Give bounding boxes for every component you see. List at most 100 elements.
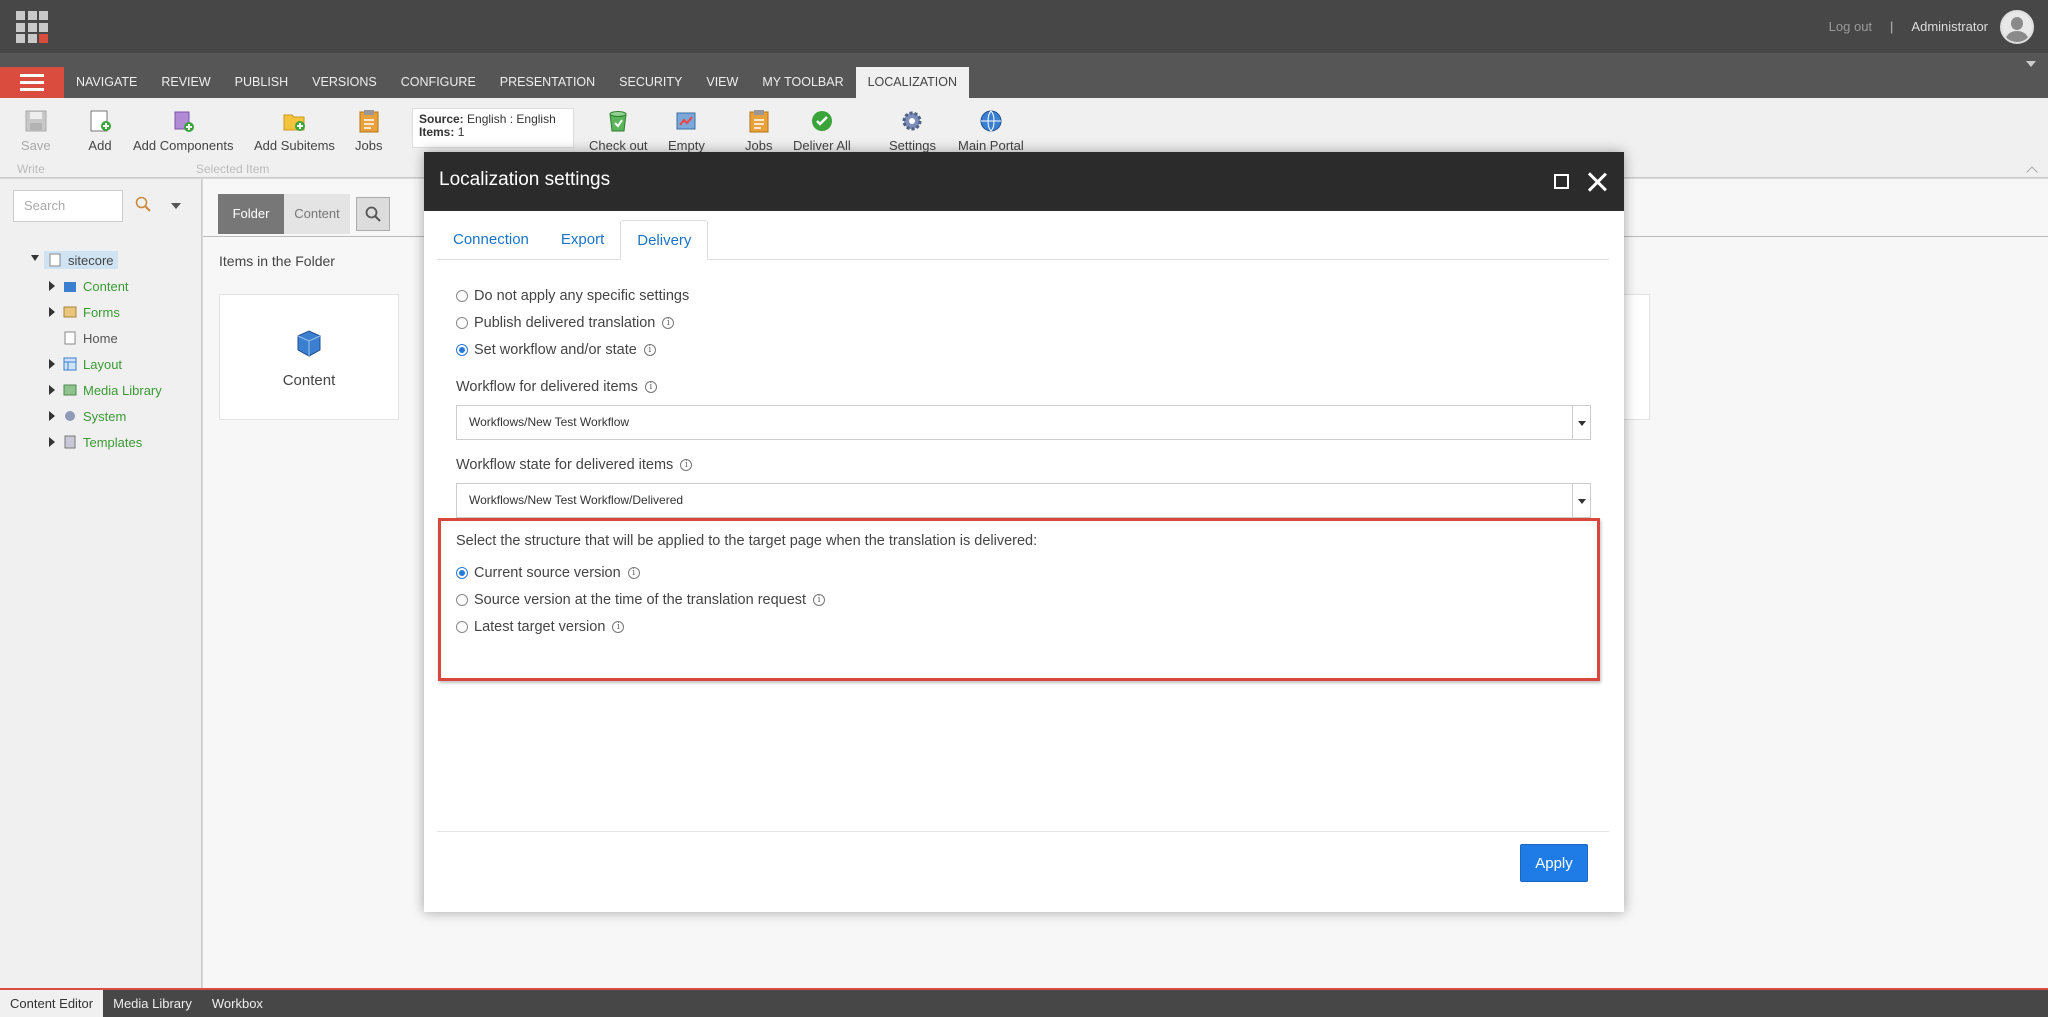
tab-folder[interactable]: Folder <box>218 194 284 234</box>
info-icon[interactable]: i <box>627 567 640 579</box>
tab-content-editor[interactable]: Content Editor <box>0 990 104 1017</box>
content-item-card[interactable]: Content <box>219 294 399 420</box>
logout-link[interactable]: Log out <box>1829 19 1872 34</box>
document-icon <box>63 331 77 345</box>
expand-sitecore-icon[interactable] <box>31 255 39 261</box>
info-icon[interactable]: i <box>643 344 656 356</box>
info-icon[interactable]: i <box>662 317 675 329</box>
radio-button[interactable] <box>456 594 468 606</box>
tab-localization[interactable]: LOCALIZATION <box>855 67 969 98</box>
info-icon[interactable]: i <box>612 621 625 633</box>
tree-node-layout[interactable]: Layout <box>49 355 122 373</box>
option-current-source-version[interactable]: Current source version i <box>456 564 640 582</box>
tree-node-media-library[interactable]: Media Library <box>49 381 162 399</box>
tab-presentation[interactable]: PRESENTATION <box>488 67 607 98</box>
tree-node-content[interactable]: Content <box>49 277 129 295</box>
chevron-down-icon[interactable] <box>1572 406 1590 439</box>
add-components-label: Add Components <box>133 138 234 153</box>
expand-icon[interactable] <box>49 281 55 291</box>
components-icon <box>170 108 196 134</box>
gear-icon <box>899 108 925 134</box>
info-icon[interactable]: i <box>813 594 826 606</box>
info-icon[interactable]: i <box>680 459 693 471</box>
tab-publish[interactable]: PUBLISH <box>223 67 301 98</box>
search-icon[interactable] <box>135 196 151 217</box>
radio-button-selected[interactable] <box>456 344 468 356</box>
hamburger-menu-icon[interactable] <box>0 67 64 98</box>
cube-icon <box>297 329 321 357</box>
tab-export[interactable]: Export <box>545 220 620 260</box>
option-set-workflow[interactable]: Set workflow and/or state i <box>456 341 656 359</box>
items-title: Items in the Folder <box>219 253 335 269</box>
tree-node-home[interactable]: Home <box>63 329 118 347</box>
radio-button[interactable] <box>456 621 468 633</box>
localization-settings-dialog: Localization settings Connection Export … <box>424 152 1624 912</box>
tab-security[interactable]: SECURITY <box>607 67 694 98</box>
check-out-button[interactable]: Check out <box>589 108 648 153</box>
collapse-ribbon-icon[interactable] <box>2026 166 2038 178</box>
empty-button[interactable]: Empty <box>668 108 705 153</box>
expand-icon[interactable] <box>49 307 55 317</box>
tab-review[interactable]: REVIEW <box>149 67 222 98</box>
tab-view[interactable]: VIEW <box>694 67 750 98</box>
save-button[interactable]: Save <box>21 108 51 153</box>
main-portal-button[interactable]: Main Portal <box>958 108 1024 153</box>
option-label: Do not apply any specific settings <box>474 288 690 304</box>
option-publish-delivered[interactable]: Publish delivered translation i <box>456 314 675 332</box>
jobs-localization-button[interactable]: Jobs <box>745 108 772 153</box>
tree-node-forms[interactable]: Forms <box>49 303 120 321</box>
tab-content[interactable]: Content <box>284 194 350 234</box>
jobs-button[interactable]: Jobs <box>355 108 382 153</box>
search-icon[interactable] <box>356 197 390 231</box>
app-launcher-icon[interactable] <box>16 11 48 43</box>
check-out-icon <box>605 108 631 134</box>
chevron-down-icon[interactable] <box>1572 484 1590 517</box>
tab-connection[interactable]: Connection <box>437 220 545 260</box>
empty-icon <box>673 108 699 134</box>
avatar[interactable] <box>2000 9 2034 44</box>
expand-icon[interactable] <box>49 437 55 447</box>
maximize-icon[interactable] <box>1554 174 1569 189</box>
search-options-dropdown-icon[interactable] <box>171 203 181 209</box>
expand-icon[interactable] <box>49 385 55 395</box>
tab-delivery[interactable]: Delivery <box>620 220 709 260</box>
items-key: Items: <box>419 125 455 139</box>
expand-icon[interactable] <box>49 411 55 421</box>
tree-node-label: Forms <box>83 304 120 320</box>
content-item-card-edge <box>1622 294 1650 420</box>
ribbon-dropdown-icon[interactable] <box>2026 61 2036 67</box>
tree-node-system[interactable]: System <box>49 407 126 425</box>
tab-workbox[interactable]: Workbox <box>202 990 273 1017</box>
workflow-select[interactable]: Workflows/New Test Workflow <box>456 405 1591 440</box>
radio-button[interactable] <box>456 317 468 329</box>
workflow-state-select[interactable]: Workflows/New Test Workflow/Delivered <box>456 483 1591 518</box>
tree-node-sitecore[interactable]: sitecore <box>44 251 118 269</box>
deliver-all-button[interactable]: Deliver All <box>793 108 851 153</box>
expand-icon[interactable] <box>49 359 55 369</box>
add-button[interactable]: Add <box>87 108 113 153</box>
source-info-box: Source: English : English Items: 1 <box>412 108 574 148</box>
dialog-tabs: Connection Export Delivery <box>437 220 1609 260</box>
tab-my-toolbar[interactable]: MY TOOLBAR <box>750 67 855 98</box>
radio-button-selected[interactable] <box>456 567 468 579</box>
close-icon[interactable] <box>1586 171 1608 193</box>
image-icon <box>63 383 77 397</box>
tab-navigate[interactable]: NAVIGATE <box>64 67 149 98</box>
tree-search-input[interactable]: Search <box>13 190 123 222</box>
workflow-label: Workflow for delivered items i <box>456 379 657 395</box>
add-subitems-button[interactable]: Add Subitems <box>254 108 335 153</box>
jobs-label: Jobs <box>355 138 383 153</box>
option-source-version-at-request[interactable]: Source version at the time of the transl… <box>456 591 826 609</box>
user-name[interactable]: Administrator <box>1911 19 1988 34</box>
radio-button[interactable] <box>456 290 468 302</box>
apply-button[interactable]: Apply <box>1520 844 1588 882</box>
option-latest-target-version[interactable]: Latest target version i <box>456 618 625 636</box>
settings-button[interactable]: Settings <box>889 108 936 153</box>
tab-configure[interactable]: CONFIGURE <box>389 67 488 98</box>
option-no-specific-settings[interactable]: Do not apply any specific settings <box>456 287 689 305</box>
tree-node-templates[interactable]: Templates <box>49 433 142 451</box>
tab-versions[interactable]: VERSIONS <box>300 67 389 98</box>
tab-media-library[interactable]: Media Library <box>103 990 202 1017</box>
info-icon[interactable]: i <box>644 381 657 393</box>
add-components-button[interactable]: Add Components <box>133 108 233 153</box>
